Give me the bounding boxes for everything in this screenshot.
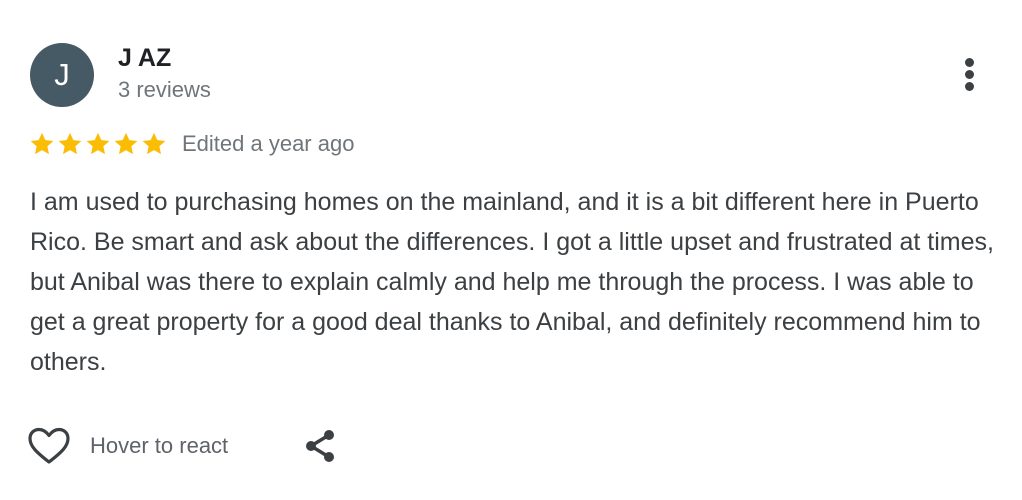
author-review-count[interactable]: 3 reviews xyxy=(118,76,211,104)
review-text: I am used to purchasing homes on the mai… xyxy=(30,188,994,376)
avatar[interactable]: J xyxy=(30,43,94,107)
react-button[interactable]: Hover to react xyxy=(26,424,228,468)
author-name[interactable]: J AZ xyxy=(118,43,171,73)
edited-timestamp: Edited a year ago xyxy=(182,131,355,156)
react-label: Hover to react xyxy=(90,433,229,458)
share-icon xyxy=(306,430,334,462)
share-button[interactable] xyxy=(300,426,340,466)
star-icon xyxy=(86,132,110,155)
review-card: J J AZ 3 reviews Edited a year ago I am … xyxy=(0,0,1022,500)
star-icon xyxy=(58,132,82,155)
more-options-button[interactable] xyxy=(952,54,988,94)
heart-outline-icon xyxy=(28,427,70,464)
star-icon xyxy=(142,132,166,155)
star-icon xyxy=(30,132,54,155)
star-rating xyxy=(28,130,168,160)
star-icon xyxy=(114,132,138,155)
